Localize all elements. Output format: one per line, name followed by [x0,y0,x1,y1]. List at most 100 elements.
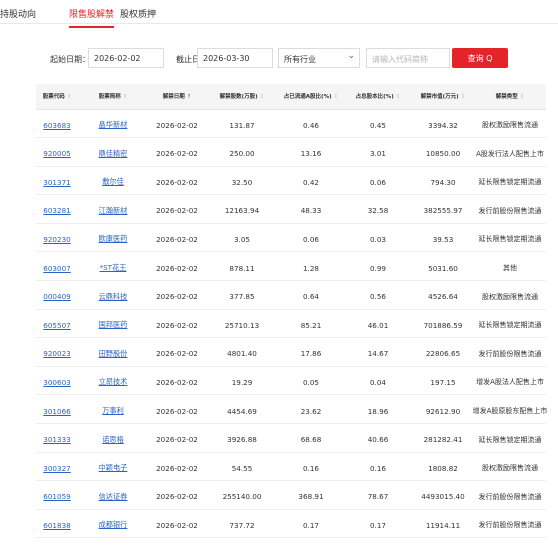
stock-code-link[interactable]: 920230 [43,235,70,244]
stock-name-link[interactable]: 田野股份 [99,349,128,359]
stock-code-cell[interactable]: 601059 [36,484,78,510]
pct-float-cell: 23.62 [300,406,322,416]
stock-name-link[interactable]: 江瀚新材 [99,206,128,216]
unlock-date-cell: 2026-02-02 [156,320,198,330]
stock-code-cell[interactable]: 601838 [36,512,78,538]
query-button[interactable]: 查询 Q [452,48,508,68]
stock-name-cell[interactable]: 成都银行 [78,512,148,538]
header-label: 解禁股数(万股) [219,93,258,100]
chevron-down-icon: ⌄ [347,51,355,61]
stock-code-link[interactable]: 300603 [43,378,70,387]
stock-code-cell[interactable]: 301333 [36,427,78,453]
stock-name-cell[interactable]: 信达证券 [78,484,148,510]
stock-name-link[interactable]: 云鼎科技 [99,292,128,302]
stock-code-cell[interactable]: 000409 [36,284,78,310]
end-date-input[interactable]: 2026-03-30 [197,48,273,68]
stock-name-cell[interactable]: 江瀚新材 [78,198,148,224]
stock-name-cell[interactable]: 万事利 [78,398,148,424]
start-date-input[interactable]: 2026-02-02 [88,48,164,68]
stock-code-link[interactable]: 605507 [43,321,70,330]
stock-name-cell[interactable]: 田野股份 [78,341,148,367]
industry-select[interactable]: 所有行业 ⌄ [278,48,360,68]
stock-name-link[interactable]: 敷尔佳 [102,177,124,187]
sort-arrows-icon: ↕ [122,93,128,100]
stock-code-cell[interactable]: 300603 [36,369,78,395]
unlock-value-cell: 92612.90 [425,406,461,416]
stock-name-cell[interactable]: 中颖电子 [78,455,148,481]
stock-code-cell[interactable]: 300327 [36,455,78,481]
unlock-value-cell: 10850.00 [425,149,461,159]
stock-search-input[interactable]: 请输入代码简称 [366,48,450,68]
unlock-shares-cell: 878.11 [229,263,255,273]
unlock-shares-cell: 255140.00 [222,492,262,502]
stock-code-link[interactable]: 000409 [43,292,70,301]
unlock-value-cell: 5031.60 [428,263,458,273]
stock-name-link[interactable]: *ST花王 [100,263,127,273]
header-unlock-date[interactable]: 解禁日期 ↑ [148,84,206,110]
header-unlock-shares[interactable]: 解禁股数(万股) ↕ [206,84,278,110]
header-unlock-type[interactable]: 解禁类型 ↕ [474,84,546,110]
header-stock-code[interactable]: 股票代码 ↕ [36,84,78,110]
table-row: 920230 欧康医药 2026-02-02 3.05 0.06 0.03 39.53 延长限… [36,226,546,253]
stock-name-cell[interactable]: 晶华新材 [78,112,148,138]
stock-code-link[interactable]: 603683 [43,121,70,130]
stock-name-link[interactable]: 欧康医药 [99,234,128,244]
unlock-shares-cell: 250.00 [229,149,255,159]
stock-code-cell[interactable]: 301066 [36,398,78,424]
stock-code-cell[interactable]: 920005 [36,141,78,167]
pct-total-cell: 0.99 [369,263,386,273]
stock-name-cell[interactable]: 云鼎科技 [78,284,148,310]
stock-code-link[interactable]: 300327 [43,464,70,473]
stock-name-cell[interactable]: 敷尔佳 [78,169,148,195]
stock-code-cell[interactable]: 920230 [36,226,78,252]
tab-holding-trends[interactable]: 持股动向 [0,7,36,20]
header-pct-float[interactable]: 占已流通A股比(%) ↕ [278,84,344,110]
unlock-value-cell: 197.15 [430,377,456,387]
stock-code-cell[interactable]: 920023 [36,341,78,367]
unlock-value-cell: 4493015.40 [421,492,465,502]
stock-name-cell[interactable]: 欧康医药 [78,226,148,252]
pct-float-cell: 0.17 [302,520,319,530]
stock-name-link[interactable]: 晶华新材 [99,120,128,130]
stock-code-link[interactable]: 601059 [43,492,70,501]
stock-name-link[interactable]: 万事利 [102,406,124,416]
table-row: 920023 田野股份 2026-02-02 4801.40 17.86 14.67 228… [36,341,546,367]
stock-name-link[interactable]: 诺思格 [102,435,124,445]
header-label: 股票代码 [42,93,65,100]
stock-name-link[interactable]: 成都银行 [99,520,128,530]
stock-name-link[interactable]: 中颖电子 [99,463,128,473]
stock-code-link[interactable]: 920005 [43,149,70,158]
tab-restricted-share-unlock[interactable]: 限售股解禁 [69,7,115,28]
stock-code-link[interactable]: 301333 [43,435,70,444]
header-unlock-value[interactable]: 解禁市值(万元) ↕ [412,84,474,110]
stock-name-cell[interactable]: *ST花王 [78,255,148,281]
stock-code-cell[interactable]: 301371 [36,169,78,195]
stock-name-link[interactable]: 国邦医药 [99,320,128,330]
stock-code-link[interactable]: 603281 [43,206,70,215]
stock-name-cell[interactable]: 诺思格 [78,427,148,453]
pct-float-cell: 13.16 [300,149,322,159]
header-pct-total[interactable]: 占总股本比(%) ↕ [344,84,412,110]
stock-code-cell[interactable]: 603007 [36,255,78,281]
pct-total-cell: 78.67 [367,492,389,502]
stock-code-cell[interactable]: 603683 [36,112,78,138]
stock-code-cell[interactable]: 605507 [36,312,78,338]
pct-float-cell: 0.64 [302,292,319,302]
stock-name-link[interactable]: 信达证券 [99,492,128,502]
unlock-date-cell: 2026-02-02 [156,463,198,473]
stock-code-link[interactable]: 301066 [43,407,70,416]
stock-code-link[interactable]: 301371 [43,178,70,187]
stock-name-cell[interactable]: 国邦医药 [78,312,148,338]
stock-code-link[interactable]: 920023 [43,349,70,358]
sort-arrows-icon: ↕ [395,93,401,100]
stock-code-cell[interactable]: 603281 [36,198,78,224]
stock-name-link[interactable]: 鼎佳精密 [99,149,128,159]
header-stock-name[interactable]: 股票简称 ↕ [78,84,148,110]
stock-name-cell[interactable]: 立昂技术 [78,369,148,395]
stock-code-link[interactable]: 601838 [43,521,70,530]
stock-code-link[interactable]: 603007 [43,264,70,273]
pct-total-cell: 40.66 [367,435,389,445]
stock-name-link[interactable]: 立昂技术 [99,377,128,387]
tab-equity-pledge[interactable]: 股权质押 [120,7,156,20]
stock-name-cell[interactable]: 鼎佳精密 [78,141,148,167]
